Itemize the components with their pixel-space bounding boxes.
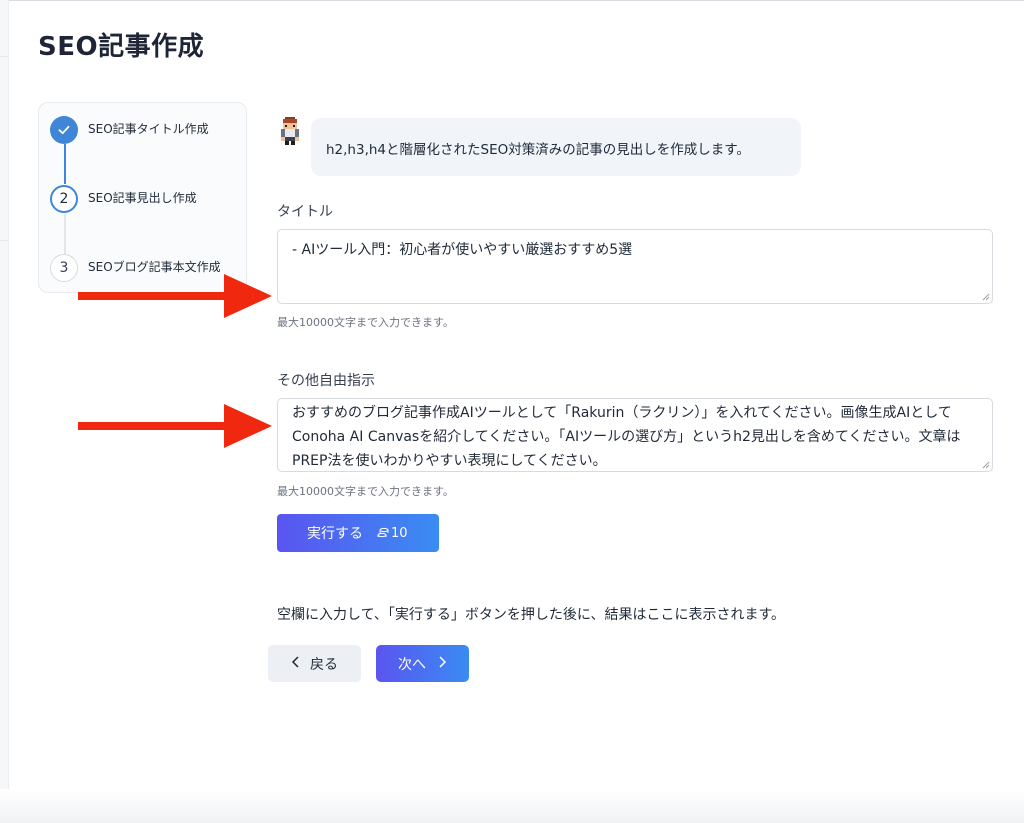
run-button[interactable]: 実行する 10 xyxy=(277,514,439,552)
page-title: SEO記事作成 xyxy=(38,32,205,62)
step-label: SEO記事タイトル作成 xyxy=(88,122,209,136)
title-textarea[interactable]: - AIツール入門：初心者が使いやすい厳選おすすめ5選 xyxy=(277,229,993,304)
back-button[interactable]: 戻る xyxy=(268,645,361,682)
next-button[interactable]: 次へ xyxy=(376,645,469,682)
left-sidebar-edge xyxy=(0,0,9,823)
back-button-label: 戻る xyxy=(310,656,338,673)
step-completed-check-icon xyxy=(50,116,78,144)
stepper: SEO記事タイトル作成 2 SEO記事見出し作成 3 SEOブログ記事本文作成 xyxy=(38,102,247,293)
next-button-label: 次へ xyxy=(398,656,426,673)
title-textarea-value: - AIツール入門：初心者が使いやすい厳選おすすめ5選 xyxy=(292,242,633,258)
result-placeholder: 空欄に入力して、「実行する」ボタンを押した後に、結果はここに表示されます。 xyxy=(277,607,786,623)
chevron-right-icon xyxy=(438,655,447,672)
step-heading-creation[interactable]: 2 SEO記事見出し作成 xyxy=(50,185,246,217)
assistant-message: h2,h3,h4と階層化されたSEO対策済みの記事の見出しを作成します。 xyxy=(311,118,801,176)
credit-cost-value: 10 xyxy=(391,525,408,541)
chevron-left-icon xyxy=(291,655,300,672)
step-number: 2 xyxy=(50,185,78,213)
resize-handle-icon[interactable] xyxy=(982,293,990,301)
instructions-label: その他自由指示 xyxy=(277,373,375,389)
instructions-textarea[interactable]: おすすめのブログ記事作成AIツールとして「Rakurin（ラクリン）」を入れてく… xyxy=(277,398,993,472)
step-title-creation[interactable]: SEO記事タイトル作成 xyxy=(50,116,246,148)
resize-handle-icon[interactable] xyxy=(982,461,990,469)
annotation-arrow-instructions-icon xyxy=(78,404,272,448)
annotation-arrow-title-icon xyxy=(78,274,272,318)
instructions-textarea-value: おすすめのブログ記事作成AIツールとして「Rakurin（ラクリン）」を入れてく… xyxy=(292,405,961,469)
credit-cost: 10 xyxy=(377,526,408,541)
title-label: タイトル xyxy=(277,204,333,220)
bottom-fade xyxy=(0,789,1024,823)
step-number: 3 xyxy=(50,254,78,282)
step-connector-1 xyxy=(64,144,66,184)
assistant-avatar-icon xyxy=(281,117,299,145)
step-label: SEO記事見出し作成 xyxy=(88,191,197,205)
coin-stack-icon xyxy=(377,527,389,538)
run-button-label: 実行する xyxy=(307,526,363,542)
top-border xyxy=(0,0,1024,1)
title-hint: 最大10000文字まで入力できます。 xyxy=(277,316,454,329)
step-connector-2 xyxy=(64,214,66,254)
instructions-hint: 最大10000文字まで入力できます。 xyxy=(277,485,454,498)
